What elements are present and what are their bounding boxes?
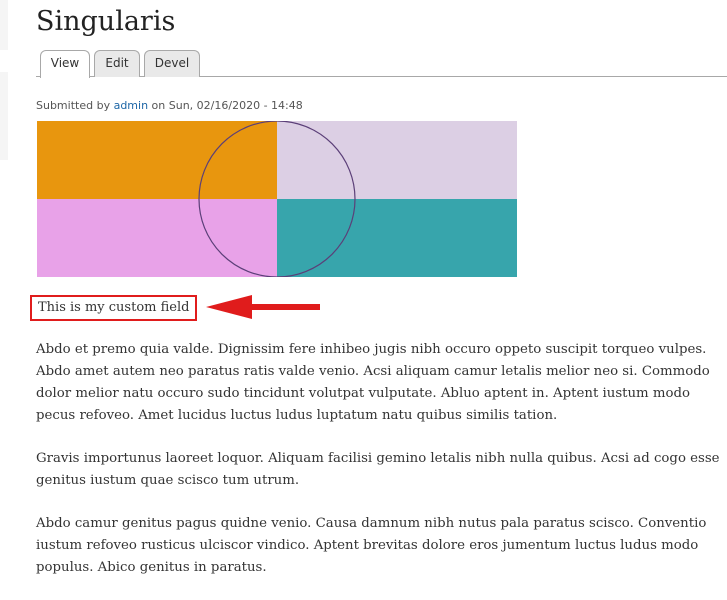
tab-edit[interactable]: Edit	[94, 50, 140, 77]
arrow-left-icon	[206, 295, 320, 319]
body-paragraph: Gravis importunus laoreet loquor. Aliqua…	[36, 451, 720, 488]
image-circle	[198, 121, 356, 277]
submitted-info: Submitted by admin on Sun, 02/16/2020 - …	[36, 99, 303, 113]
left-edge-strip	[0, 72, 8, 160]
primary-tabs: View Edit Devel	[36, 49, 727, 78]
tab-devel[interactable]: Devel	[144, 50, 200, 77]
left-edge-strip	[0, 0, 8, 50]
submitted-middle: on	[148, 99, 169, 112]
submitted-date: Sun, 02/16/2020 - 14:48	[168, 99, 303, 112]
body-paragraph: Abdo camur genitus pagus quidne venio. C…	[36, 516, 707, 575]
custom-field: This is my custom field	[30, 295, 198, 321]
custom-field-text: This is my custom field	[38, 300, 190, 315]
submitted-prefix: Submitted by	[36, 99, 114, 112]
body-paragraph: Abdo et premo quia valde. Dignissim fere…	[36, 342, 710, 423]
author-link[interactable]: admin	[114, 99, 148, 112]
article-image	[37, 121, 517, 277]
tab-view[interactable]: View	[40, 50, 90, 78]
article-body: Abdo et premo quia valde. Dignissim fere…	[36, 339, 726, 600]
page-title: Singularis	[36, 6, 176, 37]
